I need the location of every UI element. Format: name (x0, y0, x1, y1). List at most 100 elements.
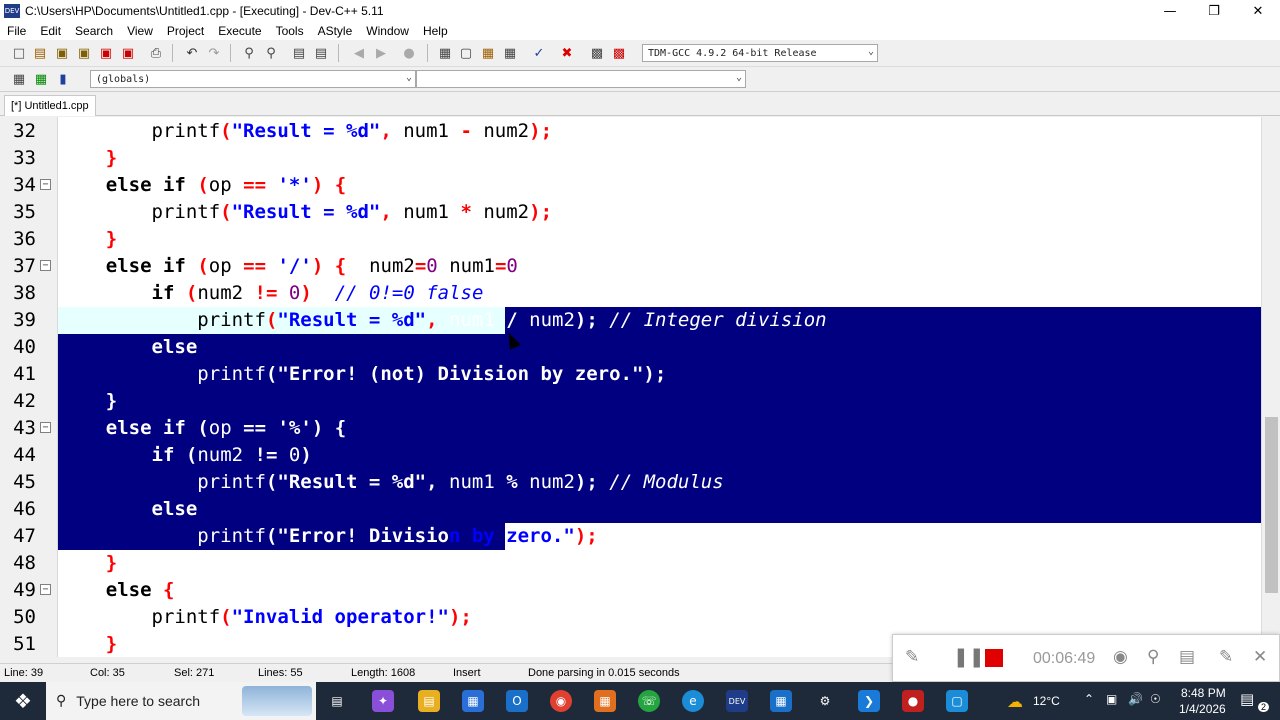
chevron-up-icon[interactable]: ⌃ (1084, 692, 1094, 706)
edit-icon[interactable]: ✎ (1219, 647, 1233, 667)
code-line[interactable]: 39 printf("Result = %d", num1 / num2); /… (0, 307, 1261, 334)
code-line[interactable]: 43− else if (op == '%') { (0, 415, 1261, 442)
pause-icon[interactable]: ❚❚ (953, 646, 985, 668)
code-line[interactable]: 33 } (0, 145, 1261, 172)
toggle-icon[interactable]: ▦ (32, 70, 50, 88)
bookmark-icon[interactable]: ▤ (312, 44, 330, 62)
menu-edit[interactable]: Edit (33, 24, 68, 38)
clock-time[interactable]: 8:48 PM (1181, 686, 1226, 700)
code-line[interactable]: 34− else if (op == '*') { (0, 172, 1261, 199)
globe-icon[interactable]: ☉ (1150, 692, 1161, 706)
code-line[interactable]: 38 if (num2 != 0) // 0!=0 false (0, 280, 1261, 307)
code-line[interactable]: 42 } (0, 388, 1261, 415)
volume-icon[interactable]: 🔊 (1128, 692, 1143, 706)
menu-project[interactable]: Project (160, 24, 211, 38)
code-line[interactable]: 45 printf("Result = %d", num1 % num2); /… (0, 469, 1261, 496)
weather-icon[interactable]: ☁ (1004, 690, 1026, 712)
app-icon[interactable]: ▦ (594, 690, 616, 712)
notification-icon[interactable]: ▤ (1240, 690, 1254, 708)
back-icon[interactable]: ◀ (350, 44, 368, 62)
fold-toggle-icon[interactable]: − (40, 422, 51, 433)
menu-window[interactable]: Window (359, 24, 416, 38)
vertical-scrollbar[interactable] (1261, 117, 1280, 657)
grid-icon[interactable]: ▦ (436, 44, 454, 62)
menu-search[interactable]: Search (68, 24, 120, 38)
window-icon[interactable]: ▢ (457, 44, 475, 62)
settings-icon[interactable]: ⚙ (814, 690, 836, 712)
open-file-icon[interactable]: ▤ (31, 44, 49, 62)
zoom-icon[interactable]: ⚲ (1147, 647, 1159, 667)
close-all-icon[interactable]: ▣ (119, 44, 137, 62)
taskbar-search[interactable]: ⚲ Type here to search (46, 682, 316, 720)
chrome-icon[interactable]: ◉ (550, 690, 572, 712)
edge-icon[interactable]: e (682, 690, 704, 712)
recorder-app-icon[interactable]: ● (902, 690, 924, 712)
compiler-select[interactable]: TDM-GCC 4.9.2 64-bit Release ⌄ (642, 44, 878, 62)
whatsapp-icon[interactable]: ☏ (638, 690, 660, 712)
stop-record-icon[interactable] (985, 649, 1003, 667)
code-line[interactable]: 37− else if (op == '/') { num2=0 num1=0 (0, 253, 1261, 280)
save-all-icon[interactable]: ▣ (75, 44, 93, 62)
pen-icon[interactable]: ✎ (905, 647, 919, 667)
code-line[interactable]: 46 else (0, 496, 1261, 523)
stop-execution-icon[interactable]: ✖ (558, 44, 576, 62)
fold-toggle-icon[interactable]: − (40, 179, 51, 190)
replace-icon[interactable]: ⚲ (262, 44, 280, 62)
code-line[interactable]: 49− else { (0, 577, 1261, 604)
project-icon[interactable]: ▦ (479, 44, 497, 62)
bookmark-toggle-icon[interactable]: ▮ (54, 70, 72, 88)
profile-chart-icon[interactable]: ▩ (588, 44, 606, 62)
code-line[interactable]: 44 if (num2 != 0) (0, 442, 1261, 469)
menu-help[interactable]: Help (416, 24, 455, 38)
symbol-select[interactable]: ⌄ (416, 70, 746, 88)
scrollbar-thumb[interactable] (1265, 417, 1278, 593)
code-line[interactable]: 40 else (0, 334, 1261, 361)
copilot-icon[interactable]: ✦ (372, 690, 394, 712)
debug-icon[interactable]: ▩ (610, 44, 628, 62)
close-recorder-icon[interactable]: ✕ (1253, 647, 1267, 667)
menu-execute[interactable]: Execute (211, 24, 268, 38)
scope-select[interactable]: (globals) ⌄ (90, 70, 416, 88)
menu-file[interactable]: File (0, 24, 33, 38)
check-syntax-icon[interactable]: ✓ (530, 44, 548, 62)
fold-toggle-icon[interactable]: − (40, 584, 51, 595)
goto-line-icon[interactable]: ▤ (290, 44, 308, 62)
store-icon[interactable]: ▦ (462, 690, 484, 712)
menu-astyle[interactable]: AStyle (311, 24, 360, 38)
new-file-icon[interactable]: □ (10, 44, 28, 62)
restore-button[interactable]: ❐ (1192, 0, 1236, 22)
windows-start-icon[interactable]: ❖ (0, 682, 46, 720)
menu-tools[interactable]: Tools (269, 24, 311, 38)
code-line[interactable]: 50 printf("Invalid operator!"); (0, 604, 1261, 631)
fold-toggle-icon[interactable]: − (40, 260, 51, 271)
close-file-icon[interactable]: ▣ (97, 44, 115, 62)
code-line[interactable]: 35 printf("Result = %d", num1 * num2); (0, 199, 1261, 226)
find-icon[interactable]: ⚲ (240, 44, 258, 62)
save-icon[interactable]: ▣ (53, 44, 71, 62)
menu-view[interactable]: View (120, 24, 160, 38)
redo-icon[interactable]: ↷ (205, 44, 223, 62)
code-line[interactable]: 48 } (0, 550, 1261, 577)
camera-icon[interactable]: ◉ (1113, 647, 1128, 667)
devcpp-taskbar-icon[interactable]: DEV (726, 690, 748, 712)
file-explorer-icon[interactable]: ▤ (418, 690, 440, 712)
calculator-icon[interactable]: ▦ (770, 690, 792, 712)
undo-icon[interactable]: ↶ (183, 44, 201, 62)
code-line[interactable]: 32 printf("Result = %d", num1 - num2); (0, 118, 1261, 145)
code-editor[interactable]: 32 printf("Result = %d", num1 - num2); 33… (0, 117, 1261, 657)
temperature[interactable]: 12°C (1033, 694, 1060, 708)
window-app-icon[interactable]: ▢ (946, 690, 968, 712)
vscode-icon[interactable]: ❯ (858, 690, 880, 712)
network-icon[interactable]: ▣ (1106, 692, 1117, 706)
outlook-icon[interactable]: O (506, 690, 528, 712)
forward-icon[interactable]: ▶ (372, 44, 390, 62)
print-icon[interactable]: ⎙ (147, 44, 165, 62)
minimize-button[interactable]: — (1148, 0, 1192, 22)
tab-untitled1[interactable]: [*] Untitled1.cpp (4, 95, 96, 116)
task-view-icon[interactable]: ▤ (326, 690, 348, 712)
insert-icon[interactable]: ▦ (10, 70, 28, 88)
clock-date[interactable]: 1/4/2026 (1179, 702, 1226, 716)
class-icon[interactable]: ▦ (501, 44, 519, 62)
comment-icon[interactable]: ▤ (1179, 647, 1195, 667)
code-line[interactable]: 47 printf("Error! Division by zero."); (0, 523, 1261, 550)
